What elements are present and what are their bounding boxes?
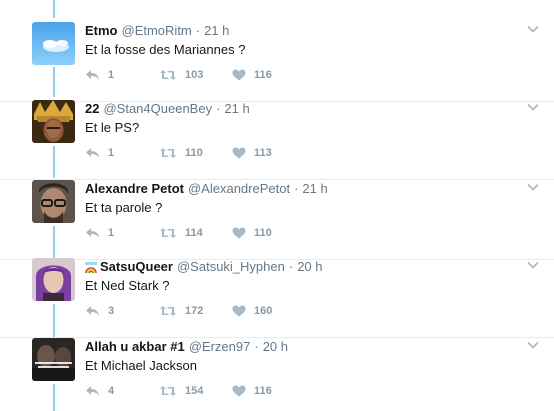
separator: · — [216, 101, 221, 116]
tweet[interactable]: Allah u akbar #1 @Erzen97 · 20 h Et Mich… — [0, 338, 554, 411]
reply-count: 4 — [108, 385, 115, 397]
reply-count: 1 — [108, 147, 115, 159]
reply-count: 1 — [108, 69, 115, 81]
display-name[interactable]: Etmo — [85, 22, 118, 39]
retweet-icon — [159, 69, 177, 81]
retweet-count: 110 — [185, 147, 203, 159]
tweet-text: Et ta parole ? — [85, 200, 163, 215]
timestamp[interactable]: 20 h — [263, 338, 288, 355]
retweet-button[interactable]: 110 — [159, 147, 232, 159]
separator: · — [288, 259, 294, 274]
separator: · — [254, 339, 259, 354]
purple-hair-avatar[interactable] — [32, 258, 75, 301]
reply-icon — [85, 147, 100, 159]
thread-line — [53, 0, 55, 18]
like-count: 110 — [254, 227, 272, 239]
user-handle[interactable]: @AlexandrePetot — [188, 180, 290, 197]
retweet-icon — [159, 385, 177, 397]
user-handle[interactable]: @EtmoRitm — [122, 22, 192, 39]
tweet[interactable]: SatsuQueer @Satsuki_Hyphen · 20 h Et Ned… — [0, 258, 554, 338]
user-handle[interactable]: @Satsuki_Hyphen — [177, 258, 285, 275]
heart-icon — [232, 385, 246, 397]
tweet-actions: 1 114 110 — [85, 225, 292, 241]
timestamp[interactable]: 21 h — [204, 22, 229, 39]
reply-button[interactable]: 1 — [85, 69, 159, 81]
like-button[interactable]: 113 — [232, 147, 292, 159]
heart-icon — [232, 69, 246, 81]
reply-icon — [85, 69, 100, 81]
retweet-button[interactable]: 103 — [159, 69, 232, 81]
retweet-button[interactable]: 172 — [159, 305, 232, 317]
heart-icon — [232, 305, 246, 317]
separator: · — [294, 181, 299, 196]
tweet[interactable]: Etmo @EtmoRitm · 21 h Et la fosse des Ma… — [0, 22, 554, 102]
retweet-count: 154 — [185, 385, 204, 397]
retweet-count: 114 — [185, 227, 203, 239]
gold-crown-avatar[interactable] — [32, 100, 75, 143]
chevron-down-icon[interactable] — [526, 338, 540, 352]
tweet[interactable]: Alexandre Petot @AlexandrePetot · 21 h E… — [0, 180, 554, 260]
chevron-down-icon[interactable] — [526, 180, 540, 194]
retweet-button[interactable]: 114 — [159, 227, 232, 239]
like-button[interactable]: 116 — [232, 385, 292, 397]
chevron-down-icon[interactable] — [526, 100, 540, 114]
rainbow-icon — [85, 261, 97, 273]
like-count: 116 — [254, 385, 272, 397]
chevron-down-icon[interactable] — [526, 22, 540, 36]
timestamp[interactable]: 21 h — [224, 100, 249, 117]
reply-button[interactable]: 1 — [85, 147, 159, 159]
tweet-text: Et le PS? — [85, 120, 140, 135]
reply-icon — [85, 305, 100, 317]
tweet-actions: 1 110 113 — [85, 145, 292, 161]
like-button[interactable]: 160 — [232, 305, 292, 317]
separator: · — [195, 23, 201, 38]
heart-icon — [232, 227, 246, 239]
display-name[interactable]: 22 — [85, 100, 99, 117]
tweet-actions: 3 172 160 — [85, 303, 292, 319]
retweet-icon — [159, 305, 177, 317]
reply-button[interactable]: 1 — [85, 227, 159, 239]
retweet-button[interactable]: 154 — [159, 385, 232, 397]
reply-icon — [85, 385, 100, 397]
heart-icon — [232, 147, 246, 159]
display-name[interactable]: Allah u akbar #1 — [85, 338, 185, 355]
like-count: 113 — [254, 147, 272, 159]
dark-meme-avatar[interactable] — [32, 338, 75, 381]
like-button[interactable]: 116 — [232, 69, 292, 81]
tweet-text: Et Ned Stark ? — [85, 278, 170, 293]
user-handle[interactable]: @Erzen97 — [189, 338, 251, 355]
like-count: 160 — [254, 305, 273, 317]
tweet[interactable]: 22 @Stan4QueenBey · 21 h Et le PS? 1 110… — [0, 100, 554, 180]
display-name[interactable]: SatsuQueer — [100, 258, 173, 275]
retweet-count: 172 — [185, 305, 204, 317]
tweet-text: Et Michael Jackson — [85, 358, 197, 373]
retweet-count: 103 — [185, 69, 204, 81]
timestamp[interactable]: 20 h — [297, 258, 322, 275]
chevron-down-icon[interactable] — [526, 258, 540, 272]
like-count: 116 — [254, 69, 272, 81]
sky-clouds-avatar[interactable] — [32, 22, 75, 65]
tweet-actions: 1 103 116 — [85, 67, 292, 83]
retweet-icon — [159, 147, 177, 159]
reply-count: 3 — [108, 305, 115, 317]
user-handle[interactable]: @Stan4QueenBey — [103, 100, 212, 117]
tweet-actions: 4 154 116 — [85, 383, 292, 399]
reply-count: 1 — [108, 227, 115, 239]
man-glasses-avatar[interactable] — [32, 180, 75, 223]
display-name[interactable]: Alexandre Petot — [85, 180, 184, 197]
reply-icon — [85, 227, 100, 239]
retweet-icon — [159, 227, 177, 239]
like-button[interactable]: 110 — [232, 227, 292, 239]
tweet-text: Et la fosse des Mariannes ? — [85, 42, 246, 57]
timestamp[interactable]: 21 h — [302, 180, 327, 197]
reply-button[interactable]: 3 — [85, 305, 159, 317]
reply-button[interactable]: 4 — [85, 385, 159, 397]
